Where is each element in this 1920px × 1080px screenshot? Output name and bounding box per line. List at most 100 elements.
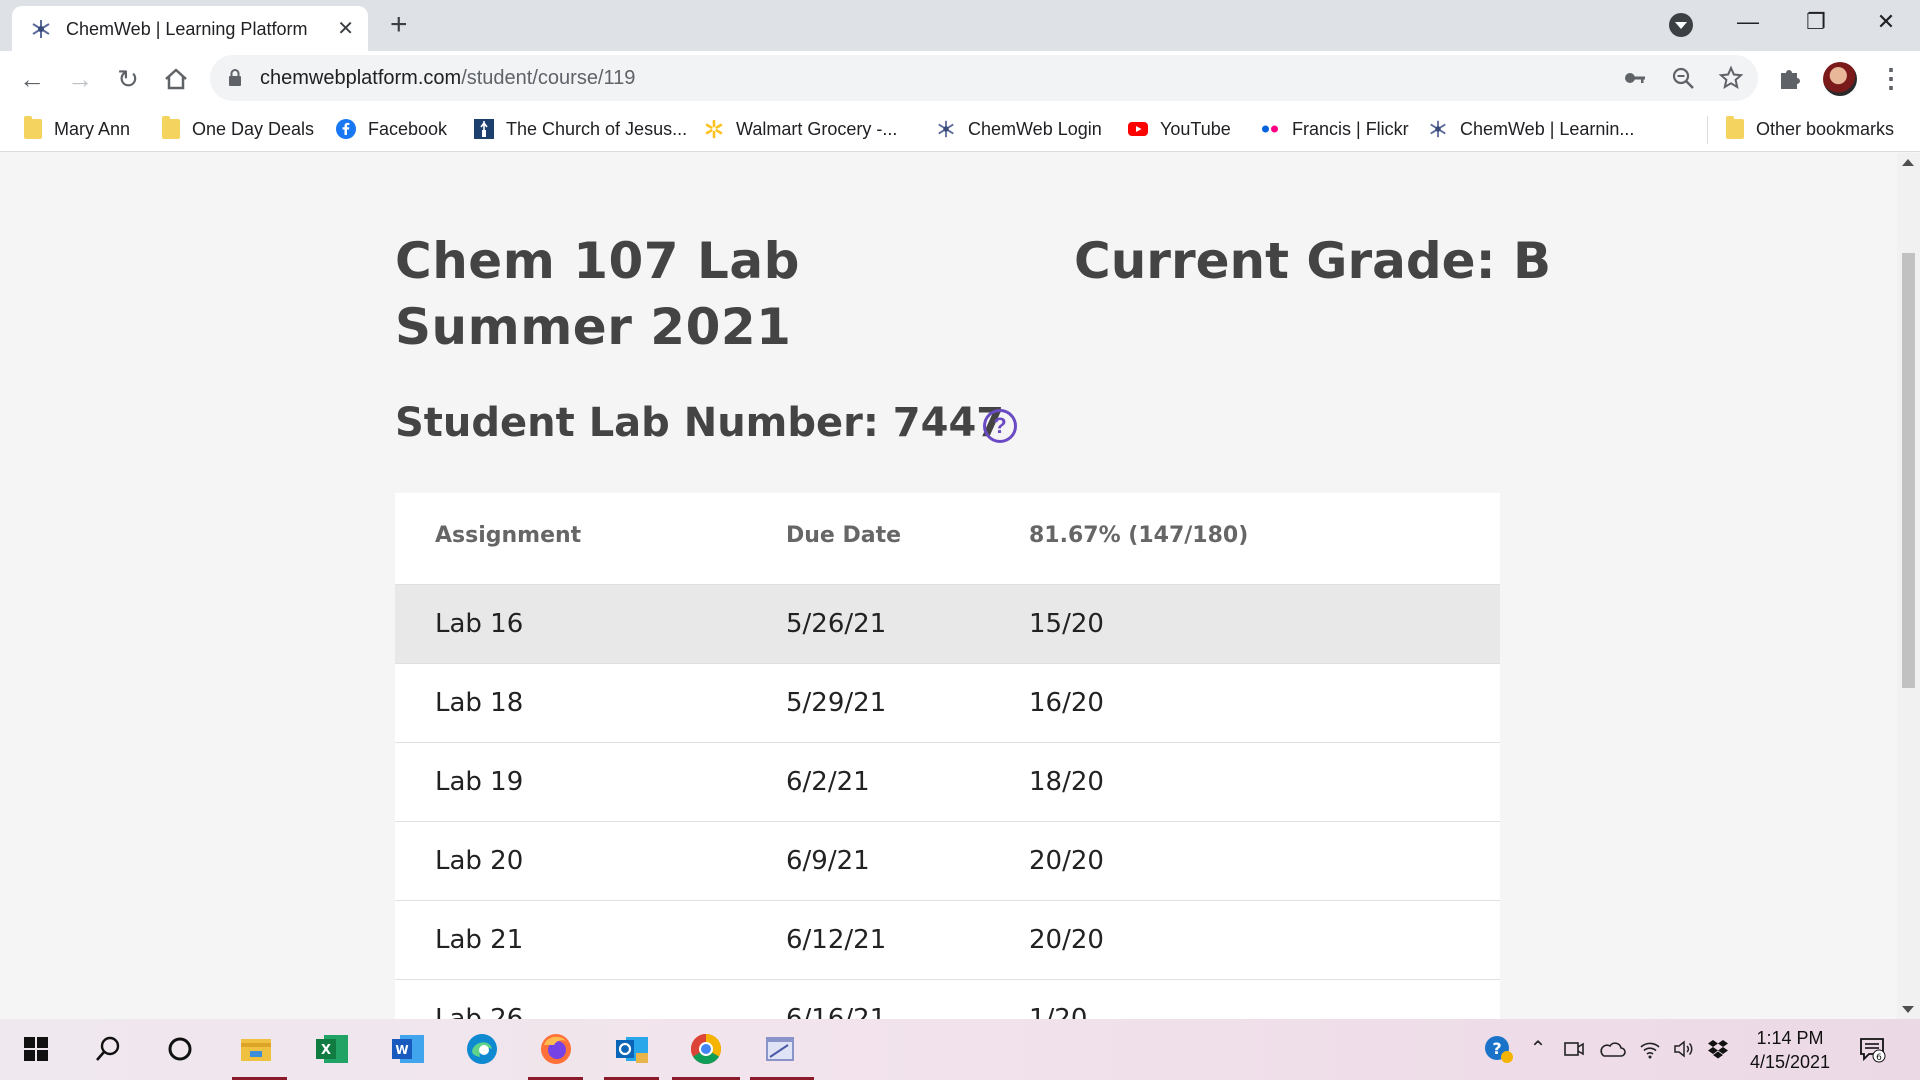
profile-avatar[interactable]: [1823, 62, 1857, 96]
close-tab-icon[interactable]: ✕: [337, 17, 354, 41]
table-row[interactable]: Lab 21 6/12/21 20/20: [395, 901, 1500, 980]
table-row[interactable]: Lab 26 6/16/21 1/20: [395, 980, 1500, 1019]
edge-icon[interactable]: [462, 1029, 502, 1069]
score: 16/20: [1029, 688, 1104, 718]
bookmark-label: ChemWeb Login: [968, 118, 1102, 139]
notification-count: 6: [1876, 1053, 1882, 1063]
folder-icon: [1726, 116, 1744, 139]
volume-icon[interactable]: [1672, 1037, 1696, 1061]
table-header: Assignment Due Date 81.67% (147/180): [395, 493, 1500, 585]
score: 20/20: [1029, 925, 1104, 955]
action-center-notification-icon[interactable]: 6: [1858, 1035, 1886, 1063]
wifi-icon[interactable]: [1638, 1037, 1662, 1061]
bookmark-label: ChemWeb | Learnin...: [1460, 118, 1635, 139]
table-row[interactable]: Lab 20 6/9/21 20/20: [395, 822, 1500, 901]
bookmark-star-icon[interactable]: [1718, 65, 1744, 91]
table-row[interactable]: Lab 19 6/2/21 18/20: [395, 743, 1500, 822]
church-icon: [474, 119, 494, 139]
onedrive-cloud-icon[interactable]: [1598, 1037, 1626, 1061]
due-date: 6/16/21: [786, 1004, 887, 1019]
header-assignment[interactable]: Assignment: [435, 523, 581, 548]
due-date: 6/9/21: [786, 846, 870, 876]
tab-search-icon[interactable]: [1669, 13, 1693, 37]
tab-title: ChemWeb | Learning Platform: [66, 19, 308, 39]
clock-time: 1:14 PM: [1756, 1028, 1824, 1048]
close-window-icon[interactable]: ✕: [1856, 4, 1916, 40]
assignment-name: Lab 20: [435, 846, 524, 876]
windows-start-icon[interactable]: [16, 1029, 56, 1069]
bookmark-walmart-grocery[interactable]: Walmart Grocery -...: [704, 114, 897, 144]
clock-date: 4/15/2021: [1749, 1052, 1831, 1072]
chrome-icon[interactable]: [686, 1029, 726, 1069]
scroll-up-arrow-icon[interactable]: [1902, 159, 1914, 166]
svg-text:X: X: [321, 1043, 331, 1058]
system-clock[interactable]: 1:14 PM 4/15/2021: [1740, 1026, 1840, 1074]
assignment-name: Lab 21: [435, 925, 524, 955]
bookmark-one-day-deals[interactable]: One Day Deals: [162, 114, 314, 144]
header-due-date[interactable]: Due Date: [786, 523, 901, 548]
bookmark-label: YouTube: [1160, 118, 1231, 139]
help-tray-icon[interactable]: ?: [1482, 1032, 1516, 1066]
browser-tab[interactable]: ChemWeb | Learning Platform ✕: [12, 6, 368, 51]
table-row[interactable]: Lab 16 5/26/21 15/20: [395, 585, 1500, 664]
svg-text:W: W: [395, 1043, 408, 1057]
show-hidden-icons-chevron-icon[interactable]: ⌃: [1526, 1037, 1550, 1061]
forward-arrow-icon[interactable]: →: [62, 61, 98, 97]
table-row[interactable]: Lab 18 5/29/21 16/20: [395, 664, 1500, 743]
header-score-total[interactable]: 81.67% (147/180): [1029, 523, 1248, 548]
bookmark-chemweb-login[interactable]: ChemWeb Login: [936, 114, 1102, 144]
home-icon[interactable]: [158, 61, 194, 97]
chemweb-icon: [1430, 120, 1446, 138]
excel-icon[interactable]: X: [312, 1029, 352, 1069]
bookmark-church-of-jesus[interactable]: The Church of Jesus...: [474, 114, 687, 144]
word-icon[interactable]: W: [388, 1029, 428, 1069]
bookmark-facebook[interactable]: Facebook: [336, 114, 447, 144]
zoom-out-icon[interactable]: [1670, 65, 1696, 91]
other-bookmarks[interactable]: Other bookmarks: [1726, 114, 1894, 144]
reload-icon[interactable]: ↻: [110, 61, 146, 97]
chrome-menu-icon[interactable]: ⋮: [1878, 63, 1904, 93]
due-date: 6/12/21: [786, 925, 887, 955]
extensions-puzzle-icon[interactable]: [1775, 63, 1805, 93]
minimize-window-icon[interactable]: —: [1718, 4, 1778, 40]
bookmark-label: The Church of Jesus...: [506, 118, 688, 139]
scroll-down-arrow-icon[interactable]: [1902, 1006, 1914, 1013]
score: 20/20: [1029, 846, 1104, 876]
new-tab-button[interactable]: +: [390, 8, 408, 42]
firefox-icon[interactable]: [536, 1029, 576, 1069]
restore-window-icon[interactable]: ❐: [1786, 4, 1846, 40]
folder-icon: [162, 116, 180, 139]
bookmark-label: Mary Ann: [54, 118, 131, 139]
key-icon[interactable]: [1622, 65, 1648, 91]
bookmark-mary-ann[interactable]: Mary Ann: [24, 114, 130, 144]
assignment-name: Lab 26: [435, 1004, 524, 1019]
outlook-icon[interactable]: [612, 1029, 652, 1069]
file-explorer-icon[interactable]: [236, 1029, 276, 1069]
browser-toolbar: ← → ↻ chemwebplatform.com/student/course…: [0, 51, 1920, 106]
page-viewport: Chem 107 Lab Summer 2021 Current Grade: …: [0, 153, 1897, 1019]
assignments-table: Assignment Due Date 81.67% (147/180) Lab…: [395, 493, 1500, 1019]
help-question-icon[interactable]: ?: [983, 409, 1017, 443]
meet-now-icon[interactable]: [1562, 1037, 1586, 1061]
lock-icon[interactable]: [228, 69, 242, 86]
flickr-icon: [1262, 125, 1278, 133]
scrollbar-thumb[interactable]: [1902, 253, 1915, 688]
bookmark-flickr[interactable]: Francis | Flickr: [1260, 114, 1409, 144]
bookmarks-divider: [1707, 116, 1708, 144]
assignment-name: Lab 16: [435, 609, 524, 639]
due-date: 5/29/21: [786, 688, 887, 718]
cortana-icon[interactable]: [160, 1029, 200, 1069]
bookmark-label: Francis | Flickr: [1292, 118, 1409, 139]
bookmark-chemweb-learning[interactable]: ChemWeb | Learnin...: [1428, 114, 1634, 144]
page-scrollbar[interactable]: [1897, 153, 1920, 1019]
due-date: 5/26/21: [786, 609, 887, 639]
back-arrow-icon[interactable]: ←: [14, 61, 50, 97]
app-window-icon[interactable]: [760, 1029, 800, 1069]
chemweb-favicon-icon: [32, 20, 50, 38]
url-path: /student/course/119: [461, 67, 636, 89]
due-date: 6/2/21: [786, 767, 870, 797]
search-icon[interactable]: [88, 1029, 128, 1069]
dropbox-icon[interactable]: [1706, 1037, 1730, 1061]
address-bar[interactable]: chemwebplatform.com/student/course/119: [210, 55, 1758, 101]
bookmark-youtube[interactable]: YouTube: [1128, 114, 1231, 144]
